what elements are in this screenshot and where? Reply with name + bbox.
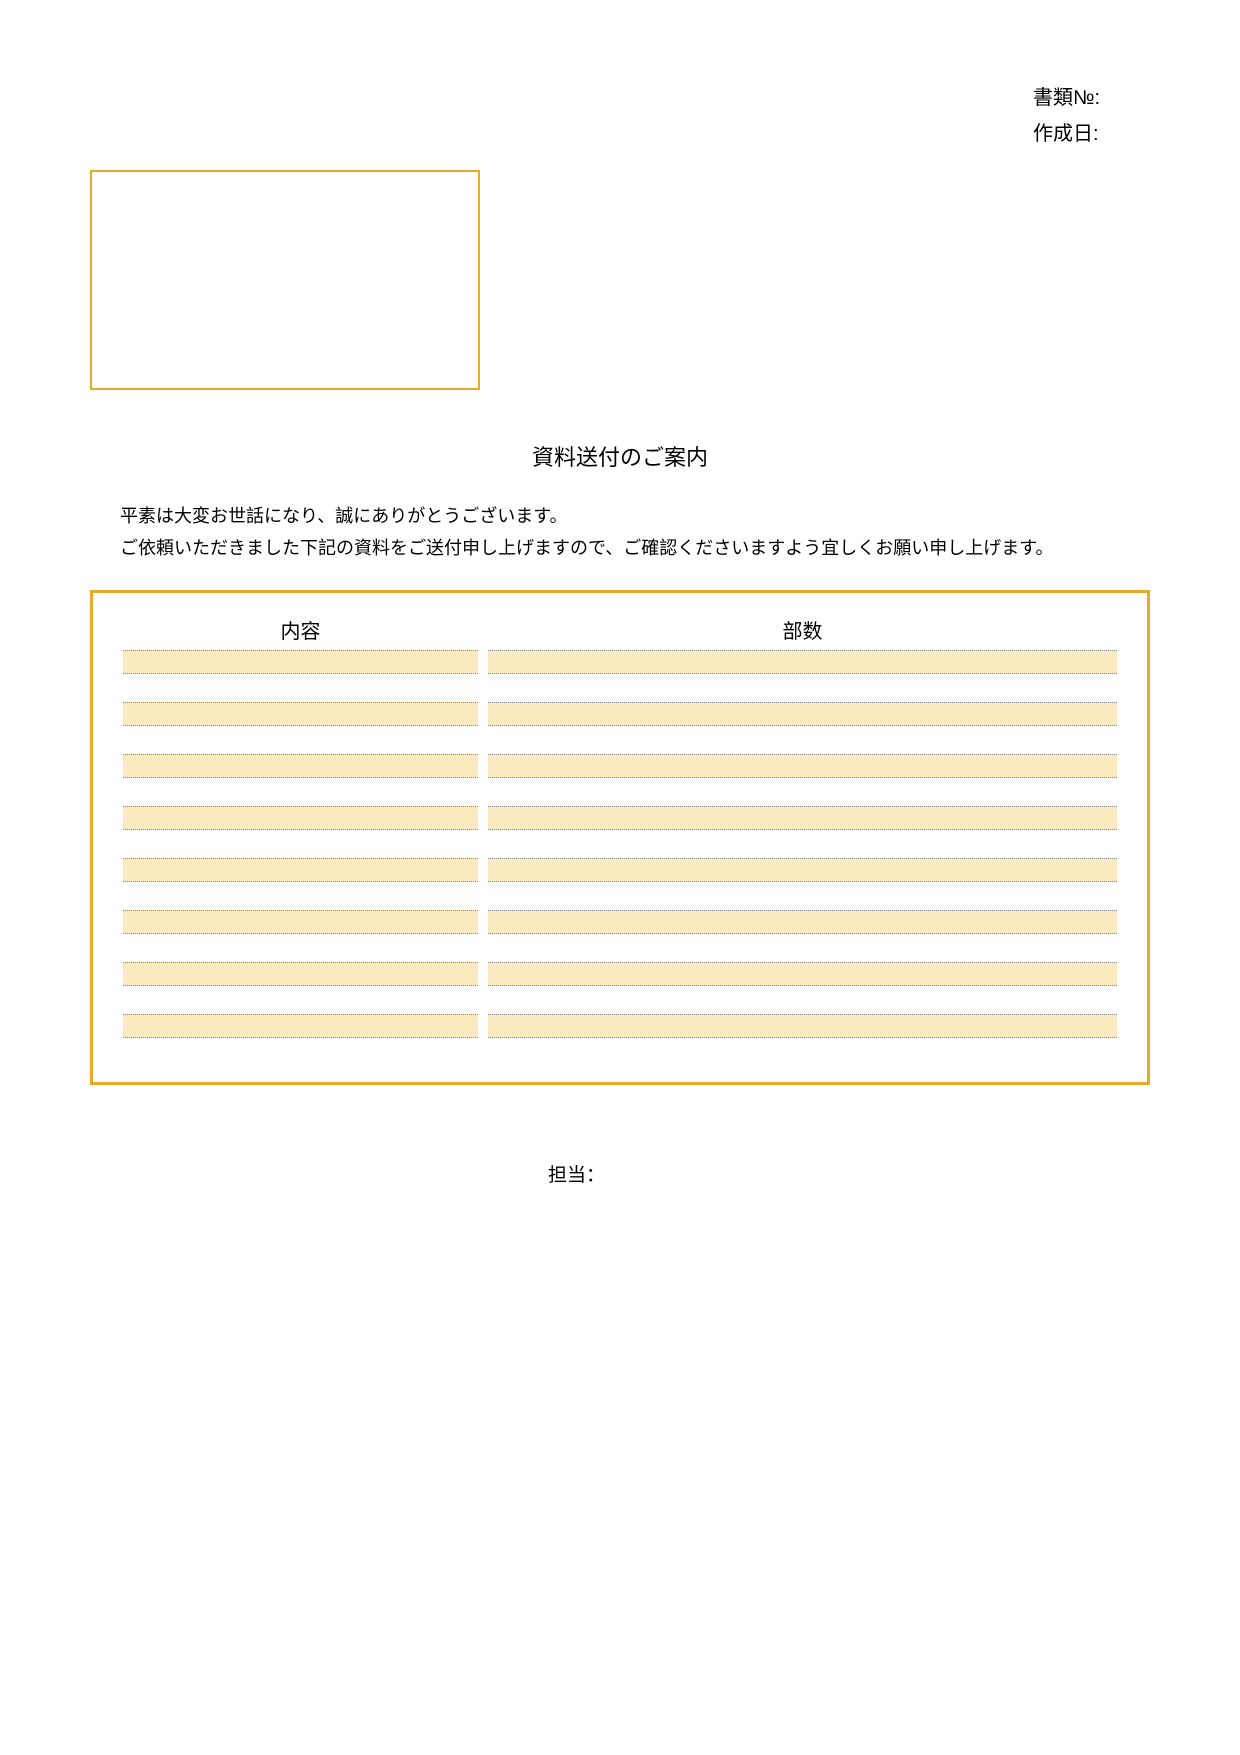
recipient-box: [90, 170, 480, 390]
table-row: [123, 910, 1117, 962]
cell-copies: [488, 806, 1117, 830]
cell-copies: [488, 910, 1117, 934]
table-row: [123, 962, 1117, 1014]
cell-copies: [488, 962, 1117, 986]
body-text: 平素は大変お世話になり、誠にありがとうございます。 ご依頼いただきました下記の資…: [120, 500, 1120, 565]
document-title: 資料送付のご案内: [0, 440, 1240, 472]
cell-content: [123, 650, 478, 674]
person-in-charge-label: 担当：: [548, 1160, 605, 1187]
body-line-2: ご依頼いただきました下記の資料をご送付申し上げますので、ご確認くださいますよう宜…: [120, 532, 1120, 564]
cell-copies: [488, 650, 1117, 674]
table-body: [123, 650, 1117, 1066]
header-content: 内容: [123, 615, 478, 644]
table-row: [123, 858, 1117, 910]
created-date-label: 作成日:: [1033, 116, 1100, 152]
table-row: [123, 754, 1117, 806]
table-header: 内容 部数: [123, 615, 1117, 644]
table-row: [123, 1014, 1117, 1066]
cell-copies: [488, 754, 1117, 778]
table-frame: 内容 部数: [90, 590, 1150, 1085]
cell-copies: [488, 1014, 1117, 1038]
cell-copies: [488, 858, 1117, 882]
cell-content: [123, 806, 478, 830]
cell-copies: [488, 702, 1117, 726]
document-no-label: 書類№:: [1033, 80, 1100, 116]
meta-section: 書類№: 作成日:: [1033, 80, 1100, 152]
cell-content: [123, 962, 478, 986]
cell-content: [123, 910, 478, 934]
cell-content: [123, 702, 478, 726]
table-row: [123, 650, 1117, 702]
cell-content: [123, 1014, 478, 1038]
body-line-1: 平素は大変お世話になり、誠にありがとうございます。: [120, 500, 1120, 532]
cell-content: [123, 754, 478, 778]
cell-content: [123, 858, 478, 882]
table-row: [123, 702, 1117, 754]
header-copies: 部数: [488, 615, 1117, 644]
table-row: [123, 806, 1117, 858]
